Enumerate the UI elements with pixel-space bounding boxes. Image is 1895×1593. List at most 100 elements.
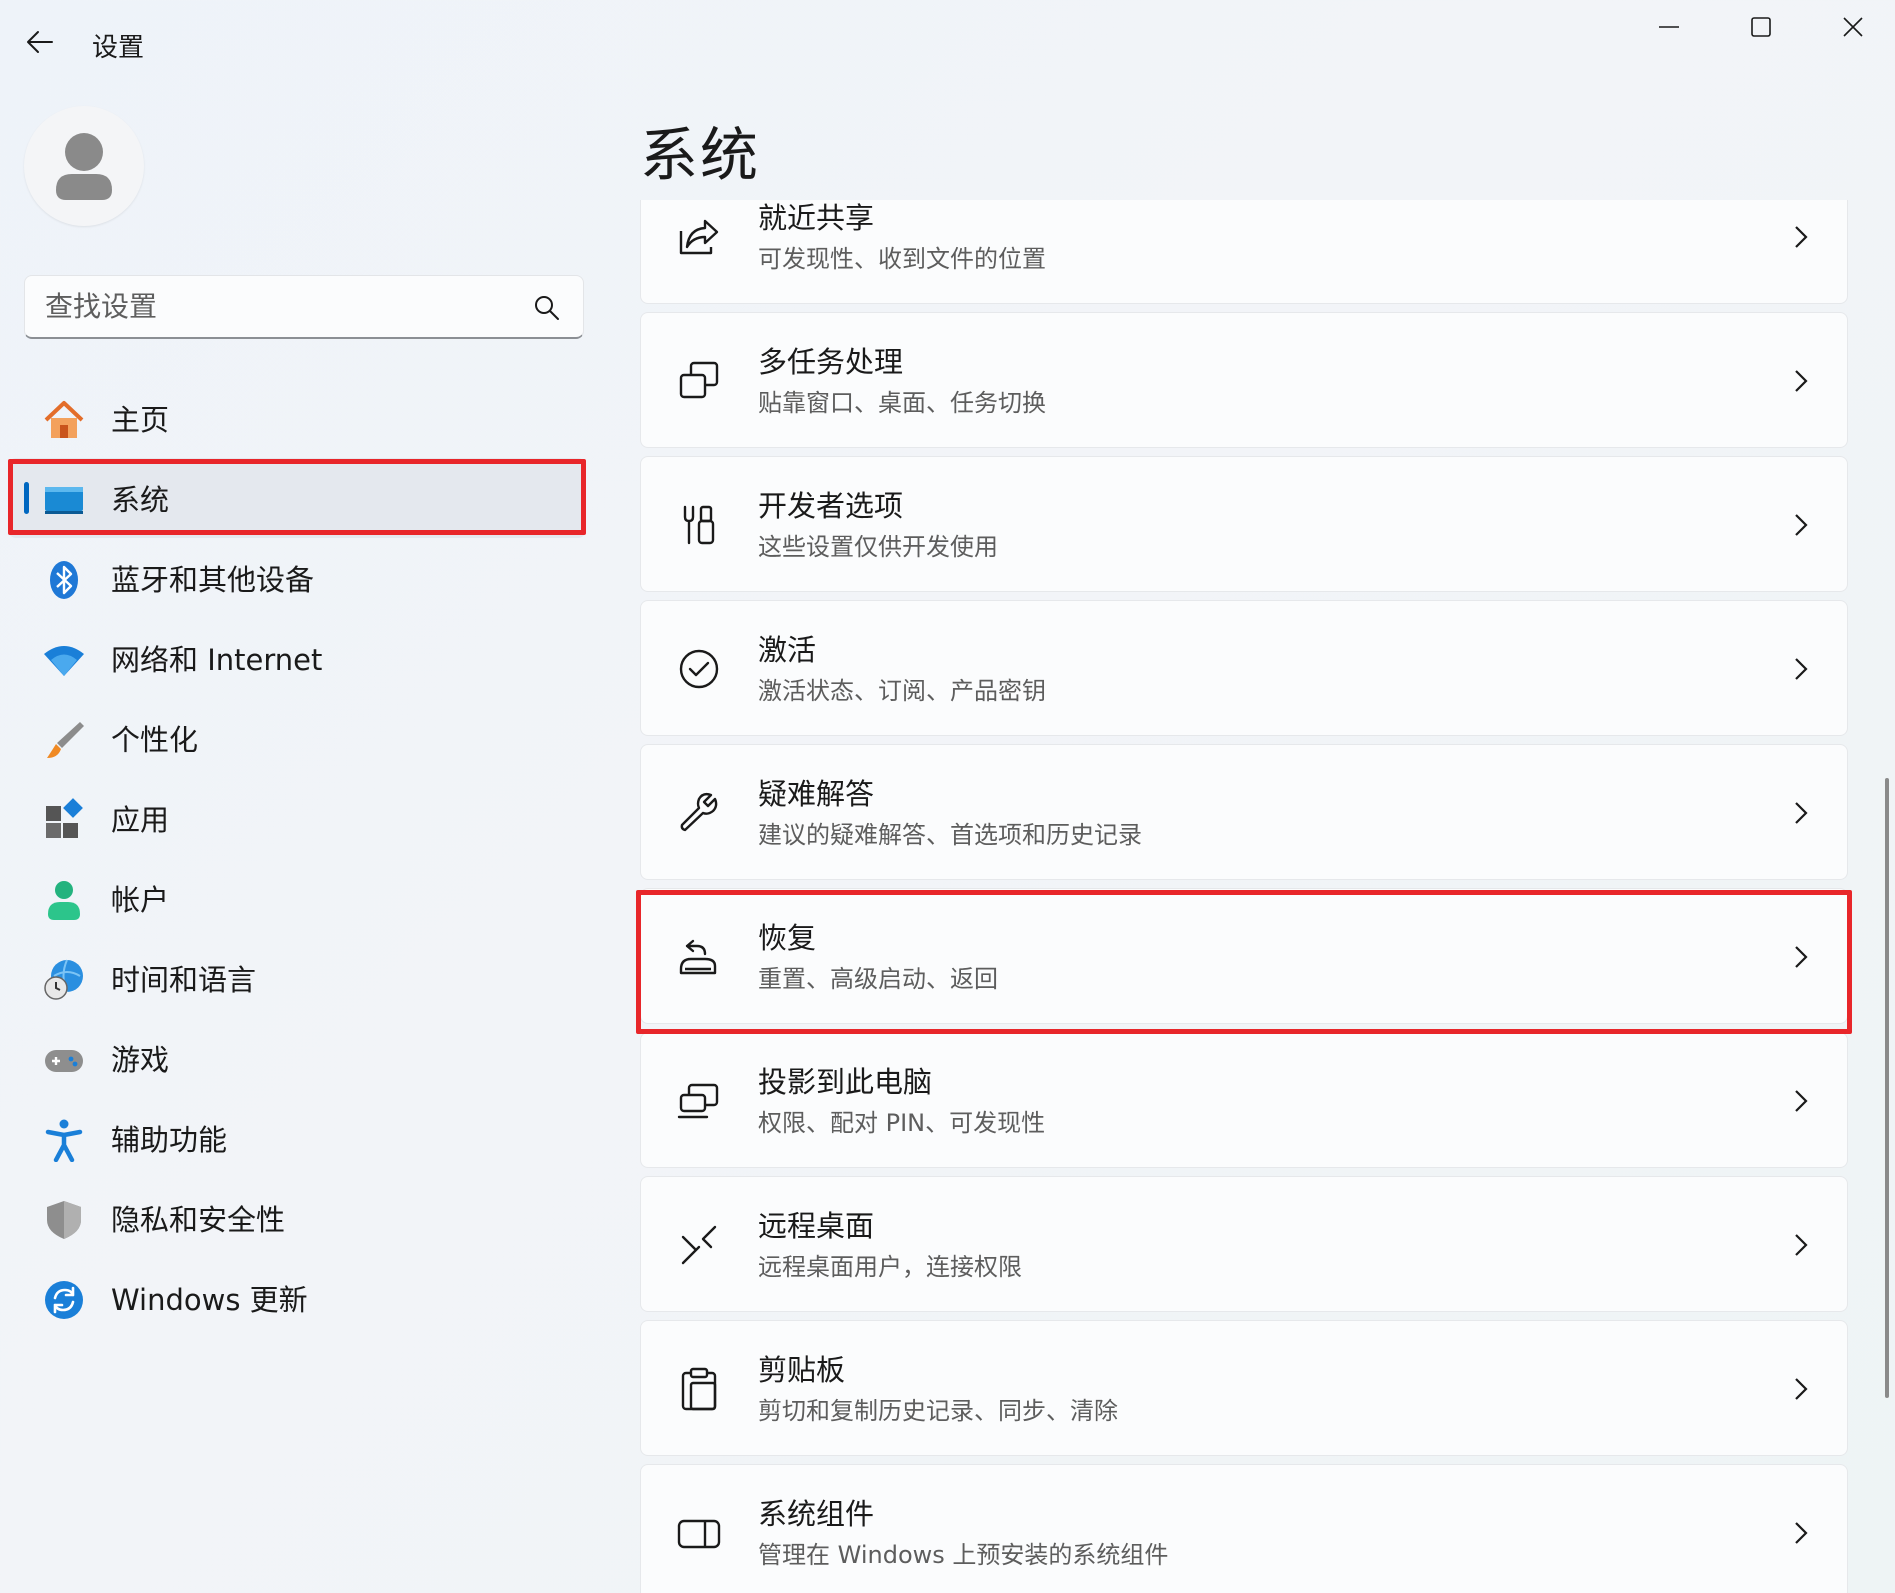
card-title: 剪贴板 bbox=[758, 1353, 846, 1387]
settings-list: 就近共享 可发现性、收到文件的位置 多任务处理 贴靠窗口、桌面、任务切换 开发者… bbox=[640, 200, 1848, 1593]
card-recovery[interactable]: 恢复 重置、高级启动、返回 bbox=[640, 888, 1848, 1024]
selection-indicator bbox=[24, 482, 29, 514]
search-icon[interactable] bbox=[533, 294, 561, 322]
card-title: 疑难解答 bbox=[758, 777, 875, 811]
chevron-right-icon bbox=[1795, 1234, 1808, 1256]
sidebar-item-label: 系统 bbox=[111, 483, 170, 517]
sidebar-item-label: 游戏 bbox=[111, 1043, 170, 1077]
system-display-icon bbox=[42, 478, 86, 522]
sidebar-item-privacy[interactable]: 隐私和安全性 bbox=[8, 1178, 586, 1258]
card-title: 激活 bbox=[758, 633, 817, 667]
card-subtitle: 激活状态、订阅、产品密钥 bbox=[758, 677, 1046, 705]
recovery-icon bbox=[679, 939, 717, 975]
chevron-right-icon bbox=[1795, 946, 1808, 968]
user-icon bbox=[56, 133, 112, 200]
card-nearby-sharing[interactable]: 就近共享 可发现性、收到文件的位置 bbox=[640, 200, 1848, 304]
chevron-right-icon bbox=[1795, 370, 1808, 392]
sidebar-item-label: 个性化 bbox=[111, 723, 199, 757]
sidebar-item-label: 蓝牙和其他设备 bbox=[111, 563, 315, 597]
page-title: 系统 bbox=[640, 121, 761, 189]
sidebar-item-gaming[interactable]: 游戏 bbox=[8, 1018, 586, 1098]
sidebar-item-time-language[interactable]: 时间和语言 bbox=[8, 938, 586, 1018]
sidebar-item-label: 辅助功能 bbox=[111, 1123, 228, 1157]
card-remote-desktop[interactable]: 远程桌面 远程桌面用户，连接权限 bbox=[640, 1176, 1848, 1312]
chevron-right-icon bbox=[1795, 658, 1808, 680]
title-bar: 设置 bbox=[0, 0, 1895, 80]
account-icon bbox=[42, 878, 86, 922]
sidebar-item-personalization[interactable]: 个性化 bbox=[8, 698, 586, 778]
chevron-right-icon bbox=[1795, 802, 1808, 824]
home-icon bbox=[42, 398, 86, 442]
chevron-right-icon bbox=[1795, 1522, 1808, 1544]
card-system-components[interactable]: 系统组件 管理在 Windows 上预安装的系统组件 bbox=[640, 1464, 1848, 1593]
sidebar-item-apps[interactable]: 应用 bbox=[8, 778, 586, 858]
card-subtitle: 建议的疑难解答、首选项和历史记录 bbox=[758, 821, 1142, 849]
card-title: 就近共享 bbox=[758, 201, 875, 235]
card-subtitle: 远程桌面用户，连接权限 bbox=[758, 1253, 1022, 1281]
back-button[interactable] bbox=[20, 22, 60, 62]
brush-icon bbox=[42, 718, 86, 762]
back-arrow-icon bbox=[27, 31, 53, 53]
card-clipboard[interactable]: 剪贴板 剪切和复制历史记录、同步、清除 bbox=[640, 1320, 1848, 1456]
chevron-right-icon bbox=[1795, 1378, 1808, 1400]
developer-tools-icon bbox=[683, 505, 715, 545]
app-title: 设置 bbox=[92, 33, 145, 63]
check-circle-icon bbox=[679, 649, 719, 689]
sidebar-item-bluetooth[interactable]: 蓝牙和其他设备 bbox=[8, 538, 586, 618]
sidebar-item-label: 主页 bbox=[111, 403, 170, 437]
card-title: 多任务处理 bbox=[758, 345, 904, 379]
chevron-right-icon bbox=[1795, 226, 1808, 248]
minimize-icon bbox=[1659, 26, 1679, 28]
bluetooth-icon bbox=[42, 558, 86, 602]
card-subtitle: 可发现性、收到文件的位置 bbox=[758, 245, 1046, 273]
project-icon bbox=[677, 1083, 719, 1119]
remote-desktop-icon bbox=[681, 1225, 717, 1265]
gamepad-icon bbox=[42, 1038, 86, 1082]
card-title: 恢复 bbox=[758, 921, 817, 955]
close-button[interactable] bbox=[1807, 0, 1895, 54]
maximize-button[interactable] bbox=[1715, 0, 1807, 54]
sidebar-item-label: 网络和 Internet bbox=[111, 643, 323, 677]
card-developer-options[interactable]: 开发者选项 这些设置仅供开发使用 bbox=[640, 456, 1848, 592]
maximize-icon bbox=[1751, 17, 1771, 37]
update-icon bbox=[42, 1278, 86, 1322]
components-icon bbox=[677, 1519, 721, 1549]
sidebar-item-network[interactable]: 网络和 Internet bbox=[8, 618, 586, 698]
card-project-to-pc[interactable]: 投影到此电脑 权限、配对 PIN、可发现性 bbox=[640, 1032, 1848, 1168]
minimize-button[interactable] bbox=[1623, 0, 1715, 54]
apps-icon bbox=[42, 798, 86, 842]
share-icon bbox=[679, 219, 719, 255]
card-subtitle: 贴靠窗口、桌面、任务切换 bbox=[758, 389, 1046, 417]
sidebar-item-accessibility[interactable]: 辅助功能 bbox=[8, 1098, 586, 1178]
chevron-right-icon bbox=[1795, 514, 1808, 536]
sidebar-item-system[interactable]: 系统 bbox=[8, 458, 586, 538]
sidebar-item-windows-update[interactable]: Windows 更新 bbox=[8, 1258, 586, 1338]
card-activation[interactable]: 激活 激活状态、订阅、产品密钥 bbox=[640, 600, 1848, 736]
shield-icon bbox=[42, 1198, 86, 1242]
close-icon bbox=[1843, 17, 1863, 37]
avatar[interactable] bbox=[24, 106, 144, 226]
sidebar-item-accounts[interactable]: 帐户 bbox=[8, 858, 586, 938]
sidebar-item-label: Windows 更新 bbox=[111, 1283, 308, 1317]
chevron-right-icon bbox=[1795, 1090, 1808, 1112]
card-title: 投影到此电脑 bbox=[758, 1065, 933, 1099]
sidebar-item-home[interactable]: 主页 bbox=[8, 378, 586, 458]
accessibility-icon bbox=[42, 1118, 86, 1162]
card-title: 远程桌面 bbox=[758, 1209, 875, 1243]
card-title: 开发者选项 bbox=[758, 489, 904, 523]
sidebar-item-label: 隐私和安全性 bbox=[111, 1203, 286, 1237]
card-subtitle: 这些设置仅供开发使用 bbox=[758, 533, 998, 561]
card-subtitle: 重置、高级启动、返回 bbox=[758, 965, 998, 993]
globe-clock-icon bbox=[42, 958, 86, 1002]
card-multitasking[interactable]: 多任务处理 贴靠窗口、桌面、任务切换 bbox=[640, 312, 1848, 448]
sidebar-item-label: 应用 bbox=[111, 803, 170, 837]
sidebar-item-label: 帐户 bbox=[111, 883, 170, 917]
card-subtitle: 管理在 Windows 上预安装的系统组件 bbox=[758, 1541, 1169, 1569]
card-troubleshoot[interactable]: 疑难解答 建议的疑难解答、首选项和历史记录 bbox=[640, 744, 1848, 880]
sidebar-nav: 主页 系统 蓝牙和其他设备 网络和 Internet 个性化 应用 帐户 时间和… bbox=[8, 378, 586, 1338]
card-subtitle: 权限、配对 PIN、可发现性 bbox=[758, 1109, 1046, 1137]
scrollbar[interactable] bbox=[1885, 778, 1889, 1398]
search-input[interactable] bbox=[25, 290, 505, 323]
search-box[interactable] bbox=[24, 275, 584, 339]
card-subtitle: 剪切和复制历史记录、同步、清除 bbox=[758, 1397, 1118, 1425]
